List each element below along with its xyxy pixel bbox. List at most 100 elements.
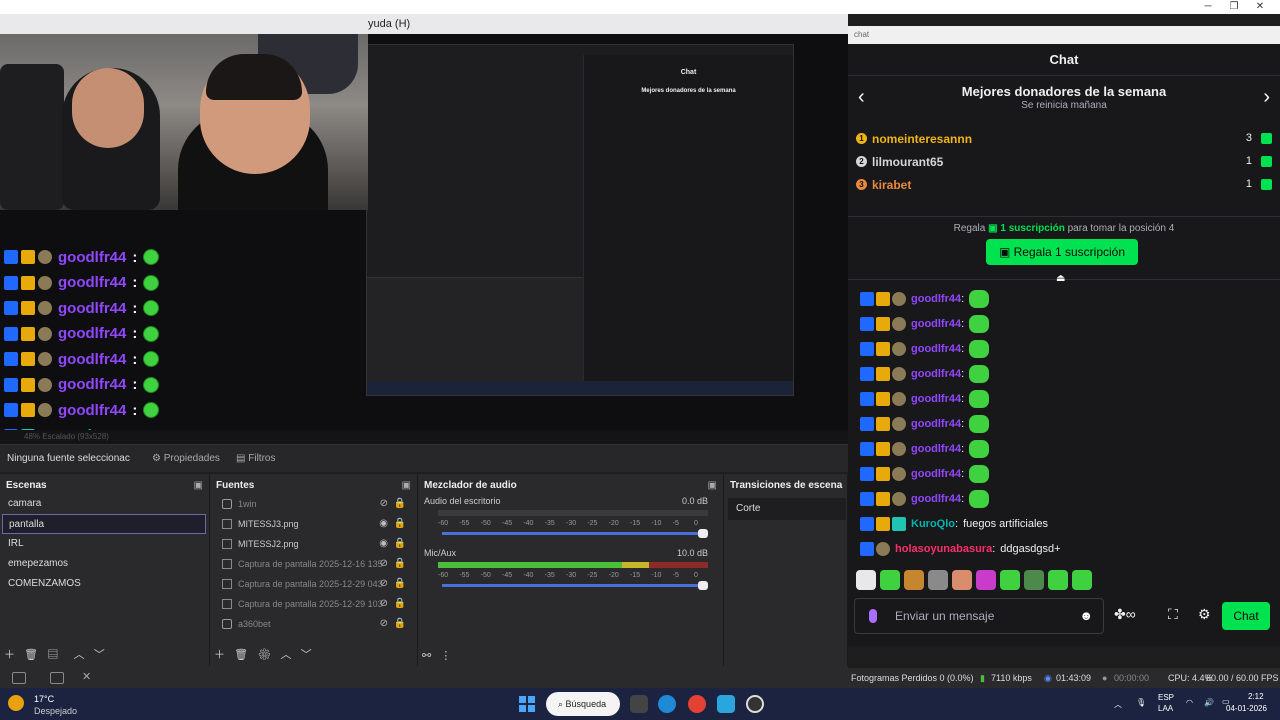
scene-item[interactable]: COMENZAMOS: [2, 574, 206, 594]
chat-username[interactable]: goodlfr44: [911, 343, 961, 355]
transition-select[interactable]: Corte: [728, 498, 846, 520]
chevron-up-icon[interactable]: ︿: [280, 649, 291, 661]
trash-icon[interactable]: 🗑: [234, 649, 248, 661]
source-item[interactable]: MITESSJ2.png ◉ 🔒: [214, 534, 410, 554]
close-icon[interactable]: ✕: [82, 670, 91, 683]
emote-icon[interactable]: [880, 570, 900, 590]
properties-button[interactable]: ⚙ Propiedades: [152, 451, 220, 467]
tray-chevron-icon[interactable]: ︿: [1114, 699, 1122, 710]
eye-icon[interactable]: ◉: [379, 534, 388, 554]
volume-slider[interactable]: [442, 529, 708, 538]
source-item[interactable]: Captura de pantalla 2025-12-29 043 ⊘ 🔒: [214, 574, 410, 594]
emote-icon[interactable]: [928, 570, 948, 590]
channel-points-icon[interactable]: ✤∞: [1114, 606, 1136, 623]
chat-input[interactable]: Enviar un mensaje ☻: [854, 598, 1104, 634]
volume-slider[interactable]: [442, 581, 708, 590]
task-view-icon[interactable]: [630, 695, 648, 713]
lock-icon[interactable]: 🔒: [394, 514, 406, 534]
lock-icon[interactable]: 🔒: [394, 594, 406, 614]
source-item[interactable]: Captura de pantalla 2025-12-29 103 ⊘ 🔒: [214, 594, 410, 614]
slider-knob[interactable]: [698, 529, 708, 538]
edge-icon[interactable]: [658, 695, 676, 713]
language-primary[interactable]: ESP: [1158, 693, 1174, 702]
filter-icon[interactable]: ▤: [47, 649, 58, 661]
add-icon[interactable]: ＋: [4, 649, 15, 661]
source-item[interactable]: 1win ⊘ 🔒: [214, 494, 410, 514]
chat-username[interactable]: goodlfr44: [911, 418, 961, 430]
scene-item[interactable]: pantalla: [2, 514, 206, 534]
chat-username[interactable]: KuroQlo: [911, 518, 955, 530]
eye-icon[interactable]: ◉: [379, 514, 388, 534]
chat-username[interactable]: holasoyunabasura: [895, 543, 992, 555]
collapse-icon[interactable]: ⏏: [1056, 273, 1065, 284]
link-icon[interactable]: ⚯: [422, 650, 431, 662]
settings-icon[interactable]: ⚙: [1198, 606, 1211, 623]
source-item[interactable]: Captura de pantalla 2025-12-16 135 ⊘ 🔒: [214, 554, 410, 574]
menu-help[interactable]: yuda (H): [368, 14, 410, 34]
chat-username[interactable]: goodlfr44: [911, 293, 961, 305]
source-item[interactable]: MITESSJ3.png ◉ 🔒: [214, 514, 410, 534]
donor-name[interactable]: lilmourant65: [872, 155, 943, 169]
chat-username[interactable]: goodlfr44: [911, 443, 961, 455]
source-item[interactable]: a360bet ⊘ 🔒: [214, 614, 410, 634]
gift-icon[interactable]: ⛶: [1168, 606, 1178, 623]
chat-username[interactable]: goodlfr44: [911, 393, 961, 405]
donor-name[interactable]: kirabet: [872, 178, 911, 192]
notepad-icon[interactable]: [717, 695, 735, 713]
lock-icon[interactable]: 🔒: [394, 614, 406, 634]
chevron-down-icon[interactable]: ﹀: [94, 649, 105, 661]
emote-icon[interactable]: [976, 570, 996, 590]
dock-menu-icon[interactable]: ▣: [194, 480, 203, 491]
emote-icon[interactable]: [904, 570, 924, 590]
eye-hidden-icon[interactable]: ⊘: [380, 574, 388, 594]
slider-knob[interactable]: [698, 581, 708, 590]
scene-item[interactable]: camara: [2, 494, 206, 514]
microphone-icon[interactable]: 🎙: [1136, 698, 1146, 707]
emote-icon[interactable]: [1072, 570, 1092, 590]
wifi-icon[interactable]: ◠: [1186, 698, 1193, 707]
lock-icon[interactable]: 🔒: [394, 494, 406, 514]
trash-icon[interactable]: 🗑: [24, 649, 38, 661]
dock-menu-icon[interactable]: ▣: [402, 480, 411, 491]
preview-canvas[interactable]: Chat Mejores donadores de la semana good…: [0, 34, 848, 444]
emote-icon[interactable]: [1000, 570, 1020, 590]
close-button[interactable]: ✕: [1248, 0, 1272, 14]
chat-username[interactable]: goodlfr44: [911, 468, 961, 480]
emote-icon[interactable]: [952, 570, 972, 590]
emote-icon[interactable]: [1024, 570, 1044, 590]
add-icon[interactable]: ＋: [214, 649, 225, 661]
minimize-button[interactable]: ─: [1196, 0, 1220, 14]
emote-icon[interactable]: [1048, 570, 1068, 590]
microphone-icon[interactable]: [869, 609, 877, 623]
lock-icon[interactable]: 🔒: [394, 574, 406, 594]
volume-icon[interactable]: 🔊: [1204, 698, 1214, 707]
gear-icon[interactable]: ⚙: [257, 649, 271, 661]
clock-time[interactable]: 2:12: [1248, 692, 1264, 701]
lock-icon[interactable]: 🔒: [394, 534, 406, 554]
filters-button[interactable]: ▤ Filtros: [236, 451, 275, 467]
chevron-down-icon[interactable]: ﹀: [301, 649, 312, 661]
eye-hidden-icon[interactable]: ⊘: [380, 494, 388, 514]
eye-hidden-icon[interactable]: ⊘: [380, 554, 388, 574]
obs-icon[interactable]: [746, 695, 764, 713]
window-icon[interactable]: [50, 672, 64, 684]
taskbar-search[interactable]: ⌕ Búsqueda: [546, 692, 620, 716]
emote-icon[interactable]: [856, 570, 876, 590]
more-icon[interactable]: ⋮: [440, 650, 451, 662]
eye-hidden-icon[interactable]: ⊘: [380, 614, 388, 634]
gift-sub-button[interactable]: ▣ Regala 1 suscripción: [986, 239, 1138, 265]
lock-icon[interactable]: 🔒: [394, 554, 406, 574]
maximize-button[interactable]: ❐: [1222, 0, 1246, 14]
eye-hidden-icon[interactable]: ⊘: [380, 594, 388, 614]
chrome-icon[interactable]: [688, 695, 706, 713]
dock-menu-icon[interactable]: ▣: [708, 480, 717, 491]
emote-picker-icon[interactable]: ☻: [1079, 608, 1093, 623]
scene-item[interactable]: IRL: [2, 534, 206, 554]
chat-username[interactable]: goodlfr44: [911, 318, 961, 330]
chat-username[interactable]: goodlfr44: [911, 493, 961, 505]
chat-username[interactable]: goodlfr44: [911, 368, 961, 380]
donor-name[interactable]: nomeinteresannn: [872, 132, 972, 146]
windows-start-icon[interactable]: [519, 696, 535, 712]
chat-send-button[interactable]: Chat: [1222, 602, 1270, 630]
window-icon[interactable]: [12, 672, 26, 684]
